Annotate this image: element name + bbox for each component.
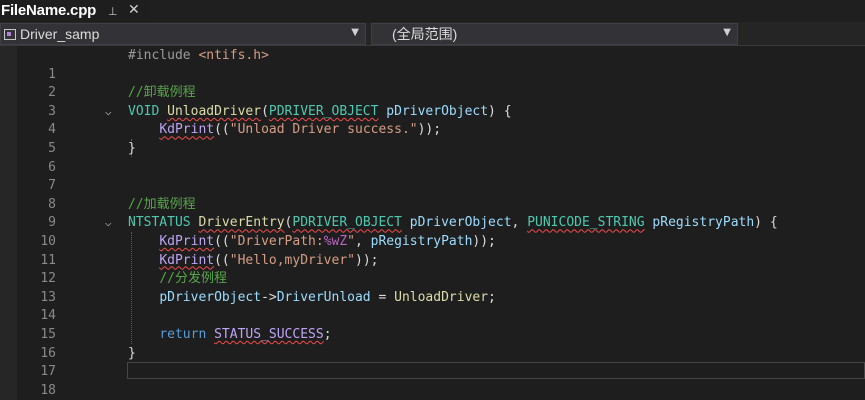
punctuation: ;: [323, 327, 332, 342]
project-dropdown[interactable]: Driver_samp ▼: [0, 23, 366, 45]
code-line[interactable]: 8: [0, 177, 865, 212]
chevron-down-icon[interactable]: ⌵: [105, 103, 112, 122]
tab-filename-cpp[interactable]: FileName.cpp ⊥ ✕: [0, 0, 150, 20]
close-icon[interactable]: ✕: [128, 2, 140, 18]
macro-call: KdPrint: [159, 252, 215, 268]
param-type: PUNICODE_STRING: [527, 215, 645, 231]
comment: //卸载例程: [128, 85, 196, 101]
punctuation: ) {: [488, 103, 512, 119]
code-line[interactable]: 18: [0, 363, 865, 398]
project-dropdown-value: Driver_samp: [20, 26, 100, 42]
punctuation: ,: [355, 234, 363, 249]
parameter: pRegistryPath: [652, 215, 755, 231]
punctuation: ;: [488, 289, 496, 305]
code-line[interactable]: 13 //分发例程: [0, 270, 865, 305]
comment: //加载例程: [128, 196, 196, 212]
operator: =: [370, 289, 395, 305]
code-line[interactable]: 9 //加载例程: [0, 196, 865, 231]
param-type: PDRIVER_OBJECT: [268, 103, 379, 119]
punctuation: ) {: [754, 215, 778, 231]
class-view-icon: [4, 28, 16, 40]
format-specifier: %wZ: [323, 234, 348, 249]
parameter: pDriverObject: [159, 289, 262, 305]
punctuation: ));: [472, 234, 496, 249]
string-literal: "Unload Driver success.": [229, 122, 418, 138]
punctuation: (: [261, 103, 269, 119]
code-editor[interactable]: 1 #include <ntifs.h> 2 3 //卸载例程 4 ⌵ VOID…: [0, 46, 865, 400]
macro-constant: STATUS_SUCCESS: [214, 327, 324, 342]
scope-dropdown-value: (全局范围): [392, 26, 458, 42]
string-literal: ": [347, 234, 355, 249]
function-reference: UnloadDriver: [394, 289, 489, 305]
comment: //分发例程: [159, 271, 227, 287]
caret-down-icon: ▼: [351, 27, 359, 38]
punctuation: ((: [214, 122, 230, 138]
tab-title: FileName.cpp: [1, 2, 97, 19]
string-literal: "DriverPath:: [229, 234, 324, 249]
code-line[interactable]: 4 ⌵ VOID UnloadDriver(PDRIVER_OBJECT pDr…: [0, 103, 865, 138]
code-line[interactable]: 7: [0, 159, 865, 193]
scope-dropdown[interactable]: (全局范围) ▼: [371, 23, 738, 45]
line-number: 18: [40, 382, 56, 398]
code-line[interactable]: 11 KdPrint(("DriverPath:%wZ", pRegistryP…: [0, 233, 865, 268]
member-access: DriverUnload: [276, 289, 371, 305]
closing-brace: }: [128, 345, 136, 361]
code-line[interactable]: 10 ⌵ NTSTATUS DriverEntry(PDRIVER_OBJECT…: [0, 214, 865, 249]
macro-call: KdPrint: [159, 122, 215, 138]
code-line[interactable]: 16 return STATUS_SUCCESS;: [0, 326, 865, 361]
include-header: <ntifs.h>: [198, 48, 269, 63]
pin-icon[interactable]: ⊥: [108, 5, 118, 18]
function-name: DriverEntry: [198, 215, 285, 231]
closing-brace: }: [128, 141, 136, 156]
param-type: PDRIVER_OBJECT: [292, 215, 402, 231]
code-line[interactable]: 1 #include <ntifs.h>: [0, 47, 865, 82]
parameter: pDriverObject: [409, 215, 512, 231]
punctuation: ((: [214, 252, 230, 268]
document-tab-strip: FileName.cpp ⊥ ✕: [0, 0, 865, 20]
keyword: return: [159, 327, 207, 342]
code-line[interactable]: 12 KdPrint(("Hello,myDriver"));: [0, 252, 865, 287]
code-line[interactable]: 2: [0, 66, 865, 100]
parameter: pRegistryPath: [370, 234, 473, 249]
return-type: VOID: [128, 103, 160, 119]
punctuation: ->: [261, 289, 277, 305]
punctuation: ,: [511, 215, 520, 231]
punctuation: ));: [355, 252, 379, 268]
function-name: UnloadDriver: [167, 103, 262, 119]
punctuation: ((: [214, 234, 230, 249]
preprocessor-directive: #include: [128, 48, 191, 63]
string-literal: "Hello,myDriver": [229, 252, 355, 268]
return-type: NTSTATUS: [128, 215, 191, 231]
caret-down-icon: ▼: [723, 27, 731, 38]
punctuation: ));: [417, 122, 442, 138]
code-line[interactable]: 14 pDriverObject->DriverUnload = UnloadD…: [0, 289, 865, 324]
code-line[interactable]: 17 }: [0, 345, 865, 380]
macro-call: KdPrint: [159, 234, 215, 249]
code-line[interactable]: 5 KdPrint(("Unload Driver success."));: [0, 121, 865, 156]
parameter: pDriverObject: [386, 103, 489, 119]
chevron-down-icon[interactable]: ⌵: [105, 214, 112, 233]
code-line[interactable]: 15: [0, 307, 865, 342]
navigation-bar: Driver_samp ▼ (全局范围) ▼: [0, 22, 865, 46]
code-line[interactable]: 6 }: [0, 140, 865, 175]
code-line[interactable]: 3 //卸载例程: [0, 84, 865, 119]
